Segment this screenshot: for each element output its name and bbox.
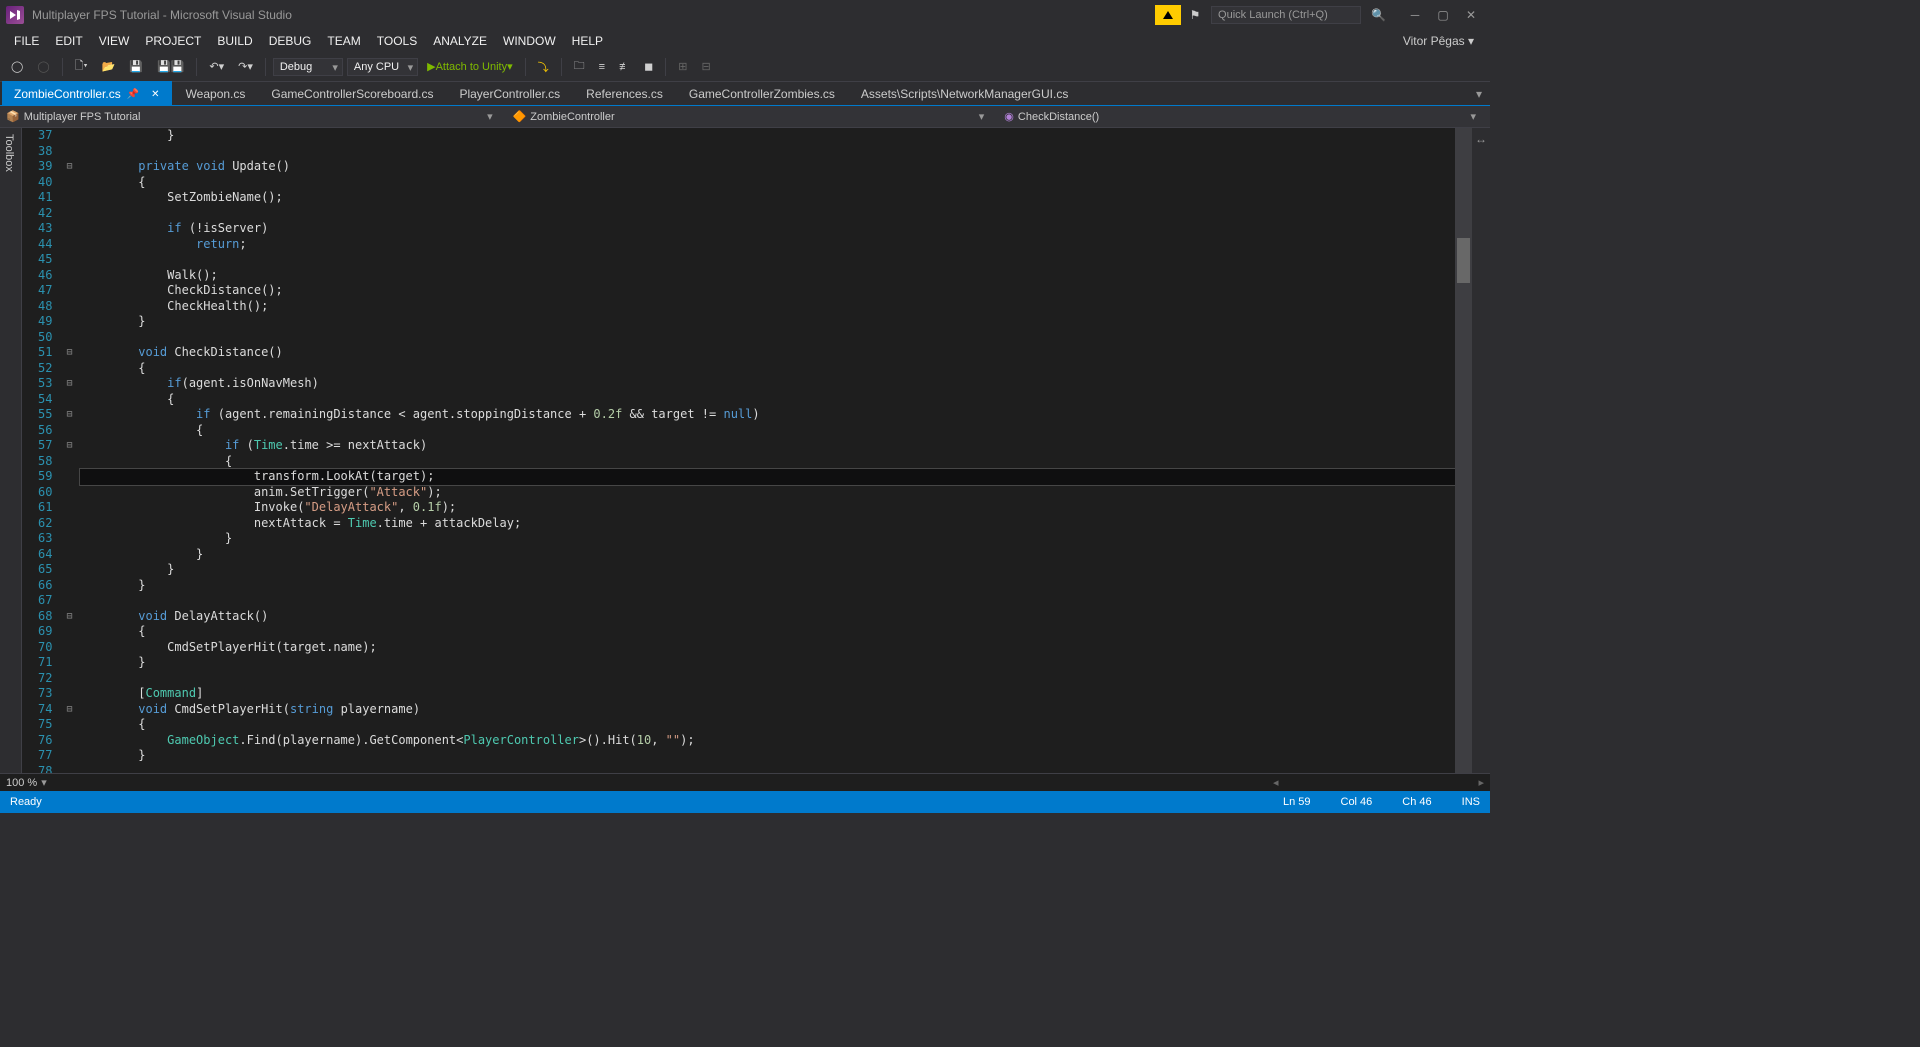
horizontal-scroll-left[interactable]: ◂	[1273, 776, 1279, 789]
nav-breadcrumb: 📦 Multiplayer FPS Tutorial ▾ 🔶 ZombieCon…	[0, 106, 1490, 128]
save-button[interactable]: 💾	[124, 57, 148, 76]
nav-fwd-button[interactable]: ◯	[32, 57, 54, 76]
window-title: Multiplayer FPS Tutorial - Microsoft Vis…	[32, 8, 292, 22]
maximize-button[interactable]: ▢	[1430, 5, 1456, 25]
standard-toolbar: ◯ ◯ 🗋▾ 📂 💾 💾💾 ↶▾ ↷▾ Debug Any CPU Attach…	[0, 52, 1490, 82]
signed-in-user[interactable]: Vitor Pêgas ▾	[1403, 34, 1484, 48]
zoom-level-combo[interactable]: 100 %	[6, 777, 37, 789]
status-line: Ln 59	[1283, 796, 1311, 808]
search-icon[interactable]: 🔍	[1371, 8, 1386, 22]
outlining-margin[interactable]: ⊟⊟⊟⊟⊟⊟⊟⊟⊟⊟	[62, 128, 76, 773]
toolbox-panel-tab[interactable]: Toolbox	[0, 128, 22, 773]
notification-badge[interactable]	[1155, 5, 1181, 25]
redo-button[interactable]: ↷▾	[233, 57, 258, 76]
document-tab[interactable]: Weapon.cs	[174, 83, 258, 105]
document-tab[interactable]: GameControllerScoreboard.cs	[259, 83, 445, 105]
class-icon: 🔶	[513, 110, 527, 123]
menu-window[interactable]: WINDOW	[495, 31, 564, 51]
menu-tools[interactable]: TOOLS	[369, 31, 425, 51]
toggle-button-2[interactable]: ⊟	[696, 57, 715, 76]
comment-button[interactable]: ≡	[594, 58, 610, 76]
breadcrumb-member[interactable]: ◉ CheckDistance() ▾	[998, 108, 1490, 125]
document-tab[interactable]: ZombieController.cs📌✕	[2, 81, 172, 105]
menu-project[interactable]: PROJECT	[137, 31, 209, 51]
save-all-button[interactable]: 💾💾	[152, 57, 189, 76]
start-debug-button[interactable]: Attach to Unity ▾	[422, 57, 518, 76]
menu-file[interactable]: FILE	[6, 31, 47, 51]
status-bar: Ready Ln 59 Col 46 Ch 46 INS	[0, 791, 1490, 813]
menu-bar: FILE EDIT VIEW PROJECT BUILD DEBUG TEAM …	[0, 30, 1490, 52]
close-button[interactable]: ✕	[1458, 5, 1484, 25]
undo-button[interactable]: ↶▾	[204, 57, 229, 76]
breadcrumb-class[interactable]: 🔶 ZombieController ▾	[507, 108, 999, 125]
menu-analyze[interactable]: ANALYZE	[425, 31, 495, 51]
uncomment-button[interactable]: ≢	[614, 58, 635, 76]
code-editor[interactable]: } private void Update() { SetZombieName(…	[76, 128, 1455, 773]
vertical-scrollbar[interactable]	[1455, 128, 1472, 773]
pin-icon[interactable]: 📌	[127, 89, 139, 100]
line-number-gutter: 3738394041424344454647484950515253545556…	[22, 128, 62, 773]
editor-zoom-bar: 100 %▾ ◂ ▸	[0, 773, 1490, 791]
status-ready: Ready	[10, 796, 42, 808]
title-bar: Multiplayer FPS Tutorial - Microsoft Vis…	[0, 0, 1490, 30]
find-in-files-button[interactable]: 🗀	[569, 54, 590, 79]
menu-edit[interactable]: EDIT	[47, 31, 90, 51]
solution-platform-combo[interactable]: Any CPU	[347, 58, 418, 76]
menu-view[interactable]: VIEW	[91, 31, 138, 51]
open-button[interactable]: 📂	[97, 57, 121, 76]
toggle-button-1[interactable]: ⊞	[673, 57, 692, 76]
document-tab-well: ZombieController.cs📌✕Weapon.csGameContro…	[0, 82, 1490, 106]
step-button[interactable]: ⤵	[533, 56, 554, 78]
menu-debug[interactable]: DEBUG	[261, 31, 320, 51]
vs-logo-icon	[6, 6, 24, 24]
feedback-icon[interactable]: ⚑	[1185, 8, 1205, 22]
document-tab[interactable]: PlayerController.cs	[447, 83, 572, 105]
menu-team[interactable]: TEAM	[319, 31, 368, 51]
minimize-button[interactable]: ─	[1402, 5, 1428, 25]
status-ins: INS	[1462, 796, 1480, 808]
menu-help[interactable]: HELP	[564, 31, 611, 51]
split-view-button[interactable]: ↔	[1475, 132, 1487, 146]
document-tab[interactable]: References.cs	[574, 83, 675, 105]
breadcrumb-project[interactable]: 📦 Multiplayer FPS Tutorial ▾	[0, 108, 507, 125]
horizontal-scroll-right[interactable]: ▸	[1478, 776, 1484, 789]
document-tab[interactable]: GameControllerZombies.cs	[677, 83, 847, 105]
solution-config-combo[interactable]: Debug	[273, 58, 343, 76]
csproj-icon: 📦	[6, 110, 20, 123]
bookmark-button[interactable]: ◼	[639, 57, 658, 76]
scrollbar-thumb[interactable]	[1457, 238, 1470, 283]
new-item-button[interactable]: 🗋▾	[70, 54, 93, 79]
method-icon: ◉	[1004, 110, 1014, 123]
menu-build[interactable]: BUILD	[209, 31, 260, 51]
nav-back-button[interactable]: ◯	[6, 57, 28, 76]
status-char: Ch 46	[1402, 796, 1431, 808]
document-tab[interactable]: Assets\Scripts\NetworkManagerGUI.cs	[849, 83, 1080, 105]
status-col: Col 46	[1341, 796, 1373, 808]
tab-overflow-button[interactable]: ▾	[1468, 83, 1490, 105]
close-tab-icon[interactable]: ✕	[151, 89, 159, 100]
quick-launch-input[interactable]: Quick Launch (Ctrl+Q)	[1211, 6, 1361, 24]
